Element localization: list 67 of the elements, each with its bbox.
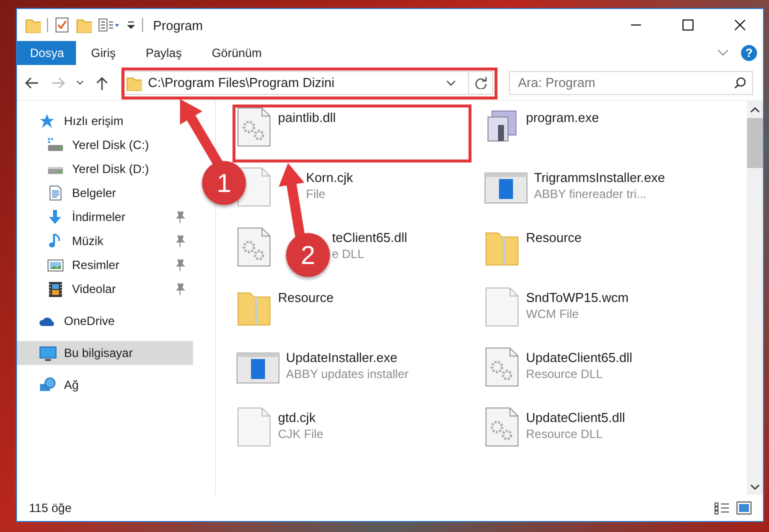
file-name[interactable]: Resource (278, 290, 334, 305)
scrollbar[interactable] (747, 101, 763, 495)
file-name[interactable]: TrigrammsInstaller.exe (534, 170, 665, 185)
expand-ribbon-icon[interactable] (717, 49, 729, 57)
ribbon-tab[interactable]: Paylaş (130, 41, 197, 65)
nav-item[interactable]: Ağ (17, 373, 87, 397)
search-field[interactable]: Ara: Program (509, 70, 753, 94)
properties-icon[interactable] (98, 17, 120, 33)
file-type: ABBY finereader tri... (534, 187, 648, 201)
file-type: e DLL (332, 247, 366, 261)
settings-file-icon (484, 407, 520, 447)
settings-file-icon (236, 107, 272, 147)
file-name[interactable]: UpdateClient65.dll (526, 350, 632, 365)
file-type: ABBY updates installer (286, 367, 409, 381)
file-type: WCM File (526, 307, 580, 321)
search-icon[interactable] (734, 76, 746, 88)
scrollbar-thumb[interactable] (747, 118, 763, 168)
file-name[interactable]: UpdateClient5.dll (526, 410, 626, 425)
ribbon-tab[interactable]: Giriş (76, 41, 131, 65)
file-name[interactable]: gtd.cjk (278, 410, 324, 425)
refresh-icon (474, 76, 486, 88)
file-name[interactable]: SndToWP15.wcm (526, 290, 629, 305)
nav-item[interactable]: Resimler (17, 253, 193, 277)
address-field[interactable]: C:\Program Files\Program Dizini (121, 70, 493, 94)
drive-icon (47, 137, 65, 153)
settings-file-icon (484, 347, 520, 387)
globe-monitor-icon (39, 377, 57, 393)
file-type: Resource DLL (526, 367, 604, 381)
monitor-icon (39, 345, 57, 361)
settings-file-icon (236, 227, 272, 267)
file-type: Resource DLL (526, 427, 604, 441)
up-arrow-icon (96, 76, 108, 90)
picture-icon (47, 257, 65, 273)
nav-item[interactable]: Yerel Disk (C:) (17, 133, 193, 157)
right-arrow-icon (51, 76, 65, 88)
blank-file-icon (236, 407, 272, 447)
nav-item[interactable]: Yerel Disk (D:) (17, 157, 193, 181)
chevron-down-icon (76, 80, 84, 86)
file-name[interactable]: teClient65.dll (332, 230, 408, 245)
blank-file-icon (484, 287, 520, 327)
nav-item[interactable]: Hızlı erişim (17, 109, 132, 133)
nav-item[interactable]: Videolar (17, 277, 193, 301)
ribbon-tab[interactable]: Görünüm (196, 41, 277, 65)
item-count: 115 öğe (29, 501, 72, 515)
checklist-icon[interactable] (54, 17, 70, 33)
nav-item[interactable]: İndirmeler (17, 205, 193, 229)
film-strip-icon (47, 281, 65, 297)
file-name[interactable]: UpdateInstaller.exe (286, 350, 409, 365)
nav-item[interactable]: Müzik (17, 229, 193, 253)
help-button[interactable]: ? (741, 45, 757, 61)
folder-icon (126, 74, 142, 90)
maximize-icon (682, 19, 694, 31)
file-type: CJK File (278, 427, 324, 441)
file-name[interactable]: Korn.cjk (306, 170, 353, 185)
close-icon (734, 19, 746, 31)
chevron-down-icon (446, 80, 456, 86)
file-name[interactable]: paintlib.dll (278, 110, 336, 125)
file-name[interactable]: program.exe (526, 110, 599, 125)
nav-item[interactable]: Belgeler (17, 181, 193, 205)
file-type: File (306, 187, 326, 201)
window-title: Program (153, 18, 204, 32)
nav-item[interactable]: OneDrive (17, 309, 123, 333)
ribbon-tab[interactable]: Dosya (17, 41, 76, 65)
nav-item[interactable]: Bu bilgisayar (17, 341, 193, 365)
file-name[interactable]: Resource (526, 230, 582, 245)
left-arrow-icon (25, 76, 39, 88)
address-path: C:\Program Files\Program Dizini (148, 75, 336, 90)
